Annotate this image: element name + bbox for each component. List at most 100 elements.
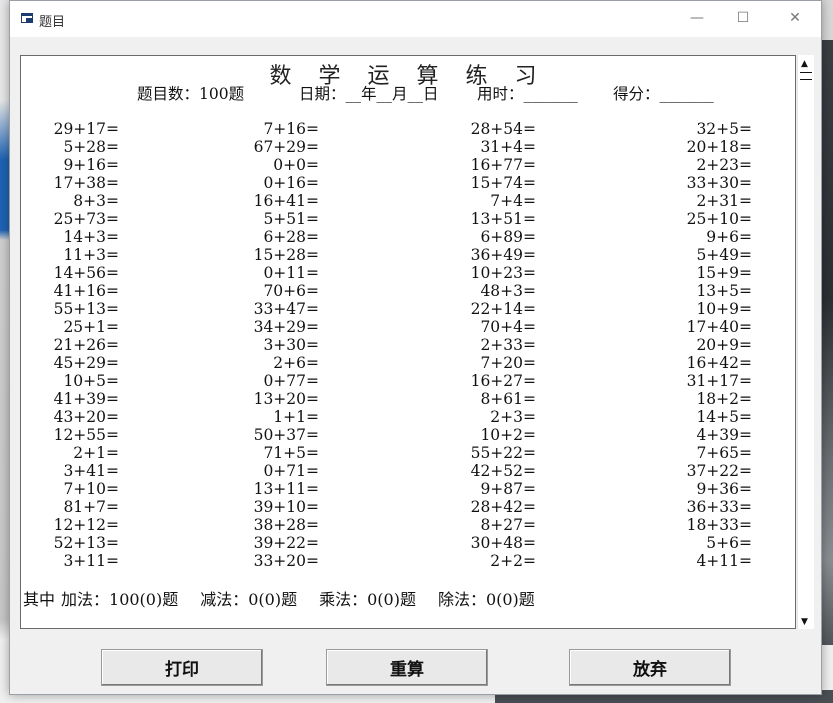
problem-item: 38+28=: [253, 516, 319, 534]
problem-item: 33+47=: [253, 300, 319, 318]
problem-item: 42+52=: [470, 462, 536, 480]
problem-item: 31+17=: [686, 372, 752, 390]
time-field: 用时：_______: [477, 85, 578, 103]
problem-item: 10+9=: [696, 300, 752, 318]
problem-item: 14+5=: [696, 408, 752, 426]
problem-item: 18+2=: [696, 390, 752, 408]
regenerate-button[interactable]: 重算: [326, 649, 488, 686]
scrollbar-thumb[interactable]: [800, 72, 812, 80]
problem-item: 5+49=: [696, 246, 752, 264]
problem-column-3: 28+54= 31+4= 16+77= 15+74= 7+4= 13+51= 6+89= 36…: [386, 120, 536, 570]
summary-sub: 减法：0(0)题: [200, 590, 298, 609]
problem-item: 67+29=: [253, 138, 319, 156]
exercise-window: 题目 — ☐ ✕ 数 学 运 算 练 习 题目数：100题 日期：__年__月_…: [9, 0, 822, 695]
problem-item: 2+23=: [696, 156, 752, 174]
problem-item: 17+38=: [53, 174, 119, 192]
problem-item: 12+12=: [53, 516, 119, 534]
problem-column-4: 32+5= 20+18= 2+23= 33+30= 2+31= 25+10= 9+6= 5+4…: [602, 120, 752, 570]
summary-div: 除法：0(0)题: [437, 590, 535, 609]
problem-item: 15+74=: [470, 174, 536, 192]
problem-item: 36+33=: [686, 498, 752, 516]
problem-item: 14+3=: [63, 228, 119, 246]
problem-item: 7+16=: [263, 120, 319, 138]
problem-item: 9+6=: [706, 228, 752, 246]
problem-item: 12+55=: [53, 426, 119, 444]
problem-item: 25+73=: [53, 210, 119, 228]
problem-item: 13+20=: [253, 390, 319, 408]
problem-item: 28+42=: [470, 498, 536, 516]
problem-item: 4+39=: [696, 426, 752, 444]
problem-item: 16+77=: [470, 156, 536, 174]
problem-item: 30+48=: [470, 534, 536, 552]
problem-item: 41+39=: [53, 390, 119, 408]
problem-item: 0+71=: [263, 462, 319, 480]
problem-item: 2+3=: [490, 408, 536, 426]
problem-item: 16+42=: [686, 354, 752, 372]
problem-item: 14+56=: [53, 264, 119, 282]
problem-item: 0+0=: [273, 156, 319, 174]
problem-item: 7+4=: [490, 192, 536, 210]
score-field: 得分：_______: [613, 85, 714, 103]
problem-item: 13+11=: [253, 480, 319, 498]
problem-item: 2+33=: [480, 336, 536, 354]
problem-item: 32+5=: [696, 120, 752, 138]
problem-item: 8+27=: [480, 516, 536, 534]
window-title: 题目: [39, 15, 66, 30]
problem-item: 29+17=: [53, 120, 119, 138]
problem-item: 70+6=: [263, 282, 319, 300]
problem-item: 21+26=: [53, 336, 119, 354]
problem-item: 9+87=: [480, 480, 536, 498]
problem-item: 0+77=: [263, 372, 319, 390]
minimize-icon[interactable]: —: [674, 1, 720, 35]
summary-line: 其中 加法：100(0)题 减法：0(0)题 乘法：0(0)题 除法：0(0)题: [23, 586, 557, 610]
summary-prefix: 其中: [23, 590, 56, 609]
problem-item: 20+9=: [696, 336, 752, 354]
problem-item: 16+27=: [470, 372, 536, 390]
scroll-down-arrow-icon[interactable]: ▼: [801, 617, 808, 627]
problem-item: 36+49=: [470, 246, 536, 264]
problem-item: 18+33=: [686, 516, 752, 534]
problem-item: 9+16=: [63, 156, 119, 174]
problem-item: 6+89=: [480, 228, 536, 246]
problem-item: 8+3=: [73, 192, 119, 210]
window-icon: [21, 13, 33, 23]
problem-item: 45+29=: [53, 354, 119, 372]
problem-item: 2+31=: [696, 192, 752, 210]
close-icon[interactable]: ✕: [772, 1, 818, 35]
problem-item: 70+4=: [480, 318, 536, 336]
problem-item: 2+6=: [273, 354, 319, 372]
problem-item: 39+22=: [253, 534, 319, 552]
problem-item: 39+10=: [253, 498, 319, 516]
scroll-up-arrow-icon[interactable]: ▲: [801, 59, 808, 69]
problem-item: 7+20=: [480, 354, 536, 372]
problem-item: 52+13=: [53, 534, 119, 552]
problem-item: 17+40=: [686, 318, 752, 336]
problem-item: 11+3=: [63, 246, 119, 264]
problem-column-1: 29+17= 5+28= 9+16= 17+38= 8+3= 25+73= 14+3= 11+…: [0, 120, 119, 570]
problem-item: 10+5=: [63, 372, 119, 390]
exercise-sheet: 数 学 运 算 练 习 题目数：100题 日期：__年__月__日 用时：___…: [20, 55, 796, 629]
problem-item: 55+22=: [470, 444, 536, 462]
problem-item: 3+41=: [63, 462, 119, 480]
problem-item: 20+18=: [686, 138, 752, 156]
maximize-icon[interactable]: ☐: [720, 1, 766, 35]
problem-item: 9+36=: [696, 480, 752, 498]
problem-item: 16+41=: [253, 192, 319, 210]
problem-item: 31+4=: [480, 138, 536, 156]
title-bar[interactable]: 题目 — ☐ ✕: [10, 1, 821, 37]
problem-item: 41+16=: [53, 282, 119, 300]
cancel-button[interactable]: 放弃: [569, 649, 731, 686]
problem-item: 25+1=: [63, 318, 119, 336]
problem-item: 3+30=: [263, 336, 319, 354]
problem-item: 22+14=: [470, 300, 536, 318]
problem-item: 7+65=: [696, 444, 752, 462]
problem-item: 33+30=: [686, 174, 752, 192]
problem-item: 0+16=: [263, 174, 319, 192]
problem-item: 13+5=: [696, 282, 752, 300]
problem-item: 10+2=: [480, 426, 536, 444]
problem-item: 28+54=: [470, 120, 536, 138]
problem-item: 13+51=: [470, 210, 536, 228]
problem-item: 2+1=: [73, 444, 119, 462]
vertical-scrollbar[interactable]: ▲ ▼: [797, 55, 814, 629]
print-button[interactable]: 打印: [101, 649, 263, 686]
